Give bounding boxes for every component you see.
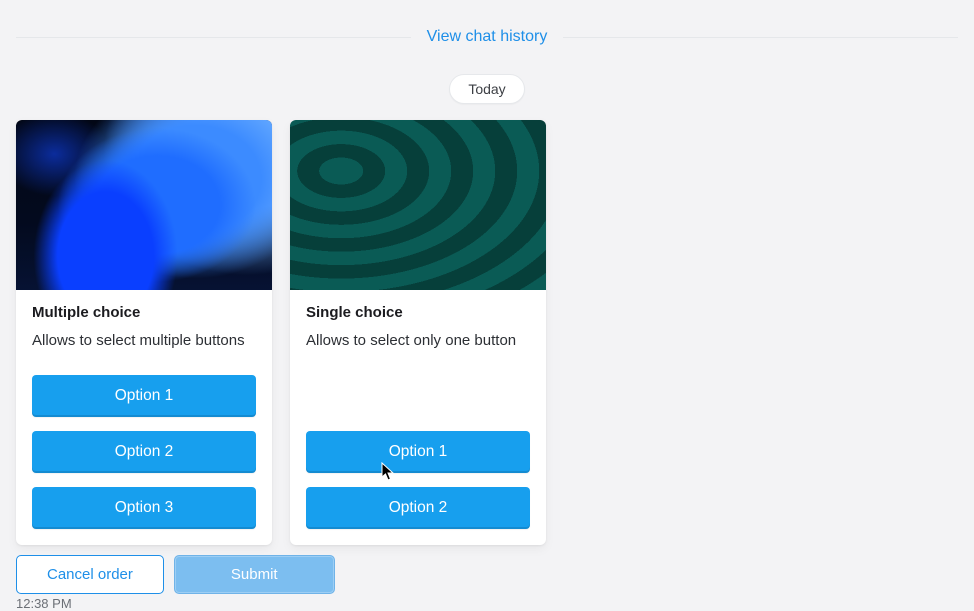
date-pill: Today: [449, 74, 524, 104]
option-button[interactable]: Option 1: [32, 375, 256, 417]
card-description: Allows to select only one button: [306, 331, 530, 351]
cards-row: Multiple choice Allows to select multipl…: [0, 120, 974, 545]
view-chat-history-link[interactable]: View chat history: [427, 28, 548, 46]
message-timestamp: 12:38 PM: [0, 594, 974, 611]
divider-left: [16, 37, 411, 38]
option-button[interactable]: Option 1: [306, 431, 530, 473]
option-button[interactable]: Option 2: [32, 431, 256, 473]
option-button[interactable]: Option 3: [32, 487, 256, 529]
card-title: Single choice: [306, 304, 530, 321]
divider-right: [563, 37, 958, 38]
actions-row: Cancel order Submit: [0, 545, 974, 594]
card-title: Multiple choice: [32, 304, 256, 321]
card-image-abstract-blue: [16, 120, 272, 290]
submit-button[interactable]: Submit: [174, 555, 335, 594]
card-description: Allows to select multiple buttons: [32, 331, 256, 351]
chat-history-divider: View chat history: [16, 0, 958, 46]
option-button[interactable]: Option 2: [306, 487, 530, 529]
cancel-order-button[interactable]: Cancel order: [16, 555, 164, 594]
card-image-green-leaves: [290, 120, 546, 290]
card-multiple-choice: Multiple choice Allows to select multipl…: [16, 120, 272, 545]
card-single-choice: Single choice Allows to select only one …: [290, 120, 546, 545]
